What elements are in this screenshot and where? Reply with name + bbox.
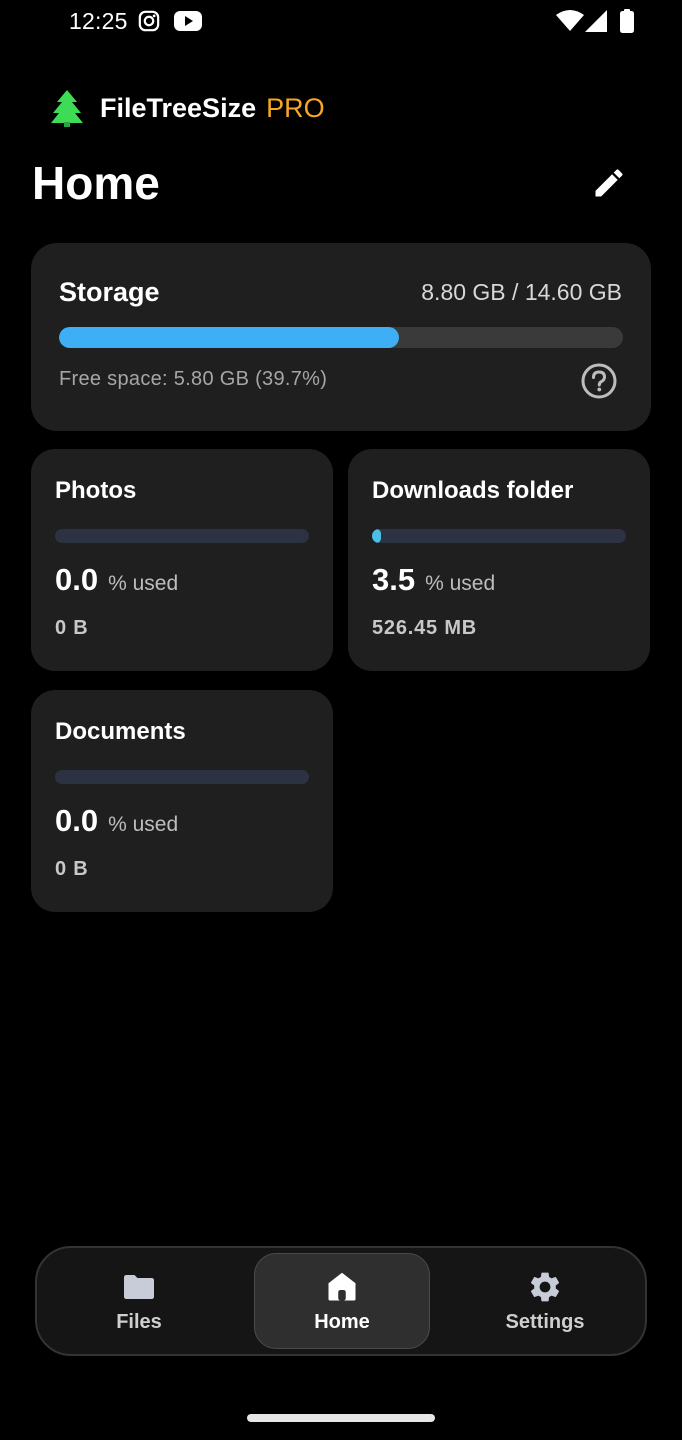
folder-size: 0 B — [55, 617, 89, 639]
storage-usage: 8.80 GB / 14.60 GB — [421, 279, 622, 305]
folder-percent-unit: % used — [108, 813, 179, 836]
nav-settings[interactable]: Settings — [443, 1248, 647, 1354]
home-indicator[interactable] — [247, 1414, 435, 1422]
battery-icon — [620, 9, 634, 33]
nav-files-label: Files — [116, 1310, 162, 1333]
folder-size: 0 B — [55, 858, 89, 880]
nav-files[interactable]: Files — [37, 1248, 241, 1354]
storage-progress-fill — [59, 327, 400, 348]
folder-card-documents[interactable]: Documents 0.0 % used 0 B — [31, 690, 333, 912]
storage-progress-bar — [59, 327, 623, 348]
signal-icon — [585, 10, 607, 32]
folder-percent-unit: % used — [425, 572, 496, 595]
free-space-text: Free space: 5.80 GB (39.7%) — [59, 368, 328, 390]
status-time: 12:25 — [69, 8, 128, 34]
folder-progress-bar — [372, 529, 626, 543]
youtube-icon — [174, 11, 202, 31]
storage-card: Storage 8.80 GB / 14.60 GB Free space: 5… — [31, 243, 651, 431]
folder-percent: 0.0 — [55, 803, 99, 838]
help-circle-icon — [581, 363, 617, 399]
instagram-icon — [138, 10, 160, 32]
nav-home-label: Home — [314, 1310, 370, 1333]
folder-percent: 3.5 — [372, 562, 416, 597]
status-bar: 12:25 — [0, 0, 682, 44]
folder-name: Photos — [55, 477, 137, 504]
bottom-navigation: Files Home Settings — [35, 1246, 647, 1356]
folder-icon — [124, 1274, 154, 1299]
folder-percent-unit: % used — [108, 572, 179, 595]
wifi-icon — [556, 10, 584, 31]
folder-name: Documents — [55, 718, 186, 745]
nav-settings-label: Settings — [505, 1310, 585, 1333]
edit-button[interactable] — [586, 160, 632, 206]
folder-card-downloads[interactable]: Downloads folder 3.5 % used 526.45 MB — [348, 449, 650, 671]
storage-title: Storage — [59, 277, 160, 307]
folder-percent: 0.0 — [55, 562, 99, 597]
tree-icon — [51, 90, 83, 127]
pro-badge: PRO — [266, 92, 325, 123]
folder-size: 526.45 MB — [372, 617, 478, 639]
help-button[interactable] — [580, 362, 618, 400]
folder-progress-fill — [372, 529, 381, 543]
folder-name: Downloads folder — [372, 477, 574, 504]
app-brand: FileTreeSize PRO — [50, 88, 325, 128]
nav-home[interactable]: Home — [254, 1253, 430, 1349]
pencil-icon — [595, 169, 623, 197]
home-icon — [328, 1272, 356, 1300]
page-title: Home — [32, 157, 160, 209]
folder-progress-bar — [55, 770, 309, 784]
folder-card-photos[interactable]: Photos 0.0 % used 0 B — [31, 449, 333, 671]
folder-progress-bar — [55, 529, 309, 543]
gear-icon — [530, 1272, 560, 1301]
app-name: FileTreeSize — [100, 92, 257, 123]
